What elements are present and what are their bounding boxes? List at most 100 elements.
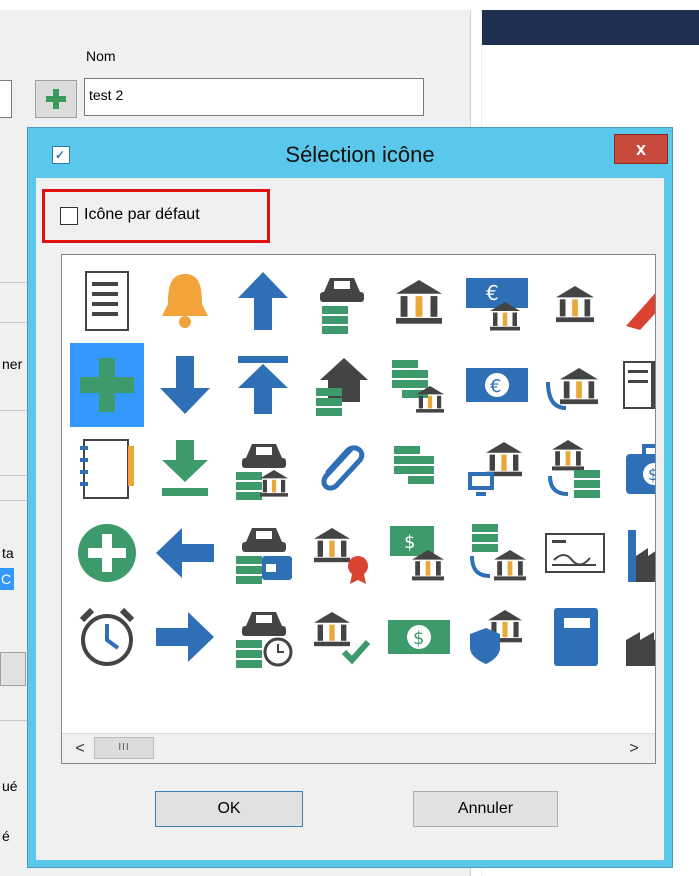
car-bank-icon (236, 444, 288, 500)
icon-cell[interactable] (226, 259, 300, 343)
background-text-fragment: ner (2, 356, 23, 372)
scroll-thumb[interactable]: III (94, 737, 154, 759)
arrow-right-icon (156, 612, 214, 662)
icon-cell[interactable] (70, 595, 144, 679)
icon-cell[interactable] (226, 595, 300, 679)
nom-input[interactable]: test 2 (84, 78, 424, 116)
icon-cell[interactable] (538, 259, 612, 343)
bank-award-icon (314, 528, 368, 584)
icon-cell[interactable] (70, 343, 144, 427)
icon-cell[interactable] (382, 259, 456, 343)
ribbon-icon (626, 293, 655, 330)
icon-cell[interactable] (304, 427, 378, 511)
icon-cell[interactable] (148, 511, 222, 595)
car-money-icon (320, 278, 364, 334)
book-icon (554, 608, 598, 666)
icon-cell[interactable] (616, 511, 655, 595)
background-separator (0, 410, 30, 411)
background-separator (0, 720, 30, 721)
bank-icon (396, 280, 442, 324)
add-button[interactable] (35, 80, 77, 118)
background-button[interactable] (0, 652, 26, 686)
arrow-down-icon (160, 356, 210, 414)
icon-cell[interactable] (460, 511, 534, 595)
icon-cell[interactable] (148, 343, 222, 427)
icon-cell[interactable] (538, 595, 612, 679)
svg-text:€: € (490, 376, 501, 397)
background-separator (0, 475, 30, 476)
nom-label: Nom (86, 48, 116, 64)
icon-cell[interactable] (226, 511, 300, 595)
cancel-button[interactable]: Annuler (413, 791, 558, 827)
default-icon-checkbox[interactable] (60, 207, 78, 225)
svg-text:$: $ (648, 465, 656, 484)
money-bank-icon (392, 360, 444, 413)
factory-icon (628, 530, 655, 582)
default-icon-label[interactable]: Icône par défaut (84, 206, 200, 224)
arrow-top-icon (238, 356, 288, 414)
cheque-icon (545, 533, 605, 573)
icon-cell[interactable] (460, 427, 534, 511)
icon-cell[interactable]: $ (382, 595, 456, 679)
car-card-icon (236, 528, 292, 584)
icon-cell[interactable] (148, 259, 222, 343)
icon-cell[interactable] (70, 259, 144, 343)
icon-cell[interactable] (148, 427, 222, 511)
money-bank-transfer-icon (470, 524, 526, 581)
icon-cell[interactable] (304, 343, 378, 427)
icon-cell[interactable] (616, 259, 655, 343)
close-button[interactable]: x (614, 134, 668, 164)
euro-bank-icon: € (466, 278, 528, 331)
icon-cell[interactable] (304, 511, 378, 595)
background-text-fragment: é (2, 828, 10, 844)
icon-cell[interactable] (304, 259, 378, 343)
background-selected-item[interactable]: C (0, 568, 14, 590)
icon-cell[interactable]: € (460, 343, 534, 427)
svg-text:$: $ (413, 628, 424, 649)
plus-icon-bar (53, 89, 59, 109)
background-separator (0, 322, 30, 323)
background-text-fragment: ta (2, 545, 14, 561)
download-icon (162, 440, 208, 496)
car-clock-icon (236, 612, 293, 668)
ok-button[interactable]: OK (155, 791, 303, 827)
dialog-title: Sélection icône (285, 142, 435, 167)
icon-cell[interactable] (382, 427, 456, 511)
plus-circle-icon (78, 524, 136, 582)
icon-cell[interactable] (616, 595, 655, 679)
alarm-clock-icon (79, 607, 135, 666)
arrow-up-icon (238, 272, 288, 330)
bank-check-icon (314, 612, 371, 665)
icon-cell[interactable] (226, 343, 300, 427)
icon-list[interactable]: € € $ $ $ (61, 254, 656, 764)
document-icon (85, 271, 129, 331)
plus-icon (80, 358, 134, 412)
icon-cell[interactable] (538, 343, 612, 427)
icon-cell[interactable] (226, 427, 300, 511)
paperclip-icon (321, 445, 365, 491)
icon-cell[interactable] (70, 427, 144, 511)
scroll-left-button[interactable]: < (68, 737, 92, 761)
icon-cell[interactable] (538, 427, 612, 511)
background-separator (0, 500, 30, 501)
background-left-field[interactable] (0, 80, 12, 118)
icon-cell[interactable] (148, 595, 222, 679)
icon-cell[interactable] (460, 595, 534, 679)
icon-cell[interactable]: $ (616, 427, 656, 511)
svg-text:€: € (486, 281, 499, 305)
dollar-bank-icon: $ (390, 526, 444, 581)
icon-cell[interactable] (382, 343, 456, 427)
icon-cell[interactable] (616, 343, 655, 427)
arrow-left-icon (156, 528, 214, 578)
icon-cell[interactable] (70, 511, 144, 595)
bell-icon (162, 274, 208, 328)
icon-cell[interactable]: € (460, 259, 534, 343)
icon-cell[interactable] (304, 595, 378, 679)
book-open-icon (623, 361, 655, 409)
notebook-icon (80, 439, 134, 499)
scroll-right-button[interactable]: > (622, 737, 646, 761)
icon-cell[interactable] (538, 511, 612, 595)
bank-computer-icon (468, 442, 522, 496)
bank-transfer-icon (546, 368, 598, 410)
icon-cell[interactable]: $ (382, 511, 456, 595)
